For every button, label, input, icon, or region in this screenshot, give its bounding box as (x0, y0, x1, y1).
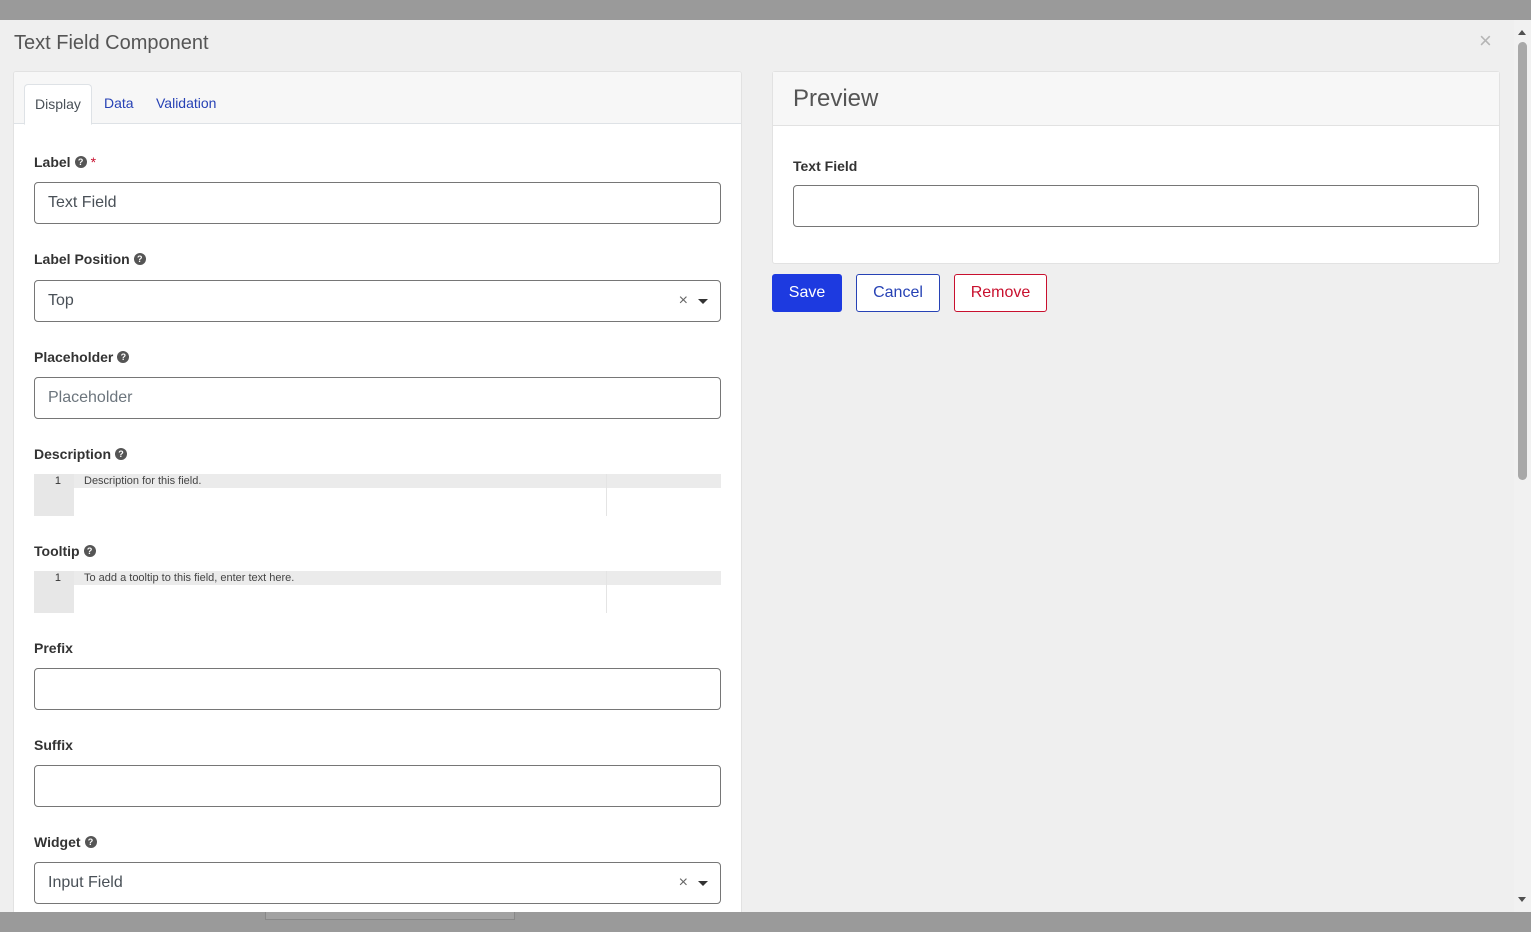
tooltip-title: Tooltip (34, 543, 80, 559)
save-button[interactable]: Save (772, 274, 842, 312)
help-icon[interactable]: ? (84, 836, 97, 848)
label-input-value: Text Field (48, 194, 117, 211)
label-input[interactable]: Text Field (34, 182, 721, 224)
description-editor[interactable]: 1 Description for this field. (34, 474, 721, 516)
preview-card: Preview Text Field (772, 71, 1500, 264)
label-position-select[interactable]: Top × (34, 280, 721, 322)
prefix-field-label: Prefix (34, 640, 73, 656)
preview-field-label: Text Field (793, 158, 858, 174)
help-icon[interactable]: ? (83, 545, 96, 557)
tab-validation[interactable]: Validation (146, 84, 226, 124)
scroll-down-icon[interactable] (1518, 897, 1526, 902)
label-position-field-label: Label Position ? (34, 251, 146, 267)
clear-icon[interactable]: × (679, 874, 688, 892)
label-position-value: Top (48, 292, 74, 309)
line-number: 1 (54, 572, 61, 584)
label-field-title: Label (34, 154, 71, 170)
editor-print-margin (606, 474, 607, 516)
widget-field-label: Widget ? (34, 834, 97, 850)
placeholder-title: Placeholder (34, 349, 114, 365)
label-position-title: Label Position (34, 251, 130, 267)
suffix-field-label: Suffix (34, 737, 73, 753)
line-number: 1 (54, 475, 61, 487)
cancel-button[interactable]: Cancel (856, 274, 940, 312)
widget-value: Input Field (48, 874, 123, 891)
background-page-element (265, 912, 515, 920)
chevron-down-icon[interactable] (698, 880, 708, 886)
prefix-title: Prefix (34, 640, 73, 656)
close-icon[interactable]: × (1479, 30, 1492, 52)
modal-title: Text Field Component (14, 32, 209, 54)
tooltip-field-label: Tooltip ? (34, 543, 96, 559)
tab-bar: Display Data Validation (14, 72, 741, 125)
prefix-input[interactable] (34, 668, 721, 710)
placeholder-input-placeholder: Placeholder (48, 389, 133, 406)
select-controls: × (679, 863, 708, 903)
scrollbar-thumb[interactable] (1518, 42, 1527, 480)
tab-data[interactable]: Data (94, 84, 144, 124)
help-icon[interactable]: ? (133, 253, 146, 265)
placeholder-input[interactable]: Placeholder (34, 377, 721, 419)
suffix-input[interactable] (34, 765, 721, 807)
chevron-down-icon[interactable] (698, 298, 708, 304)
preview-title: Preview (773, 72, 1499, 126)
clear-icon[interactable]: × (679, 292, 688, 310)
select-controls: × (679, 281, 708, 321)
label-field-label: Label ? * (34, 154, 96, 170)
widget-select[interactable]: Input Field × (34, 862, 721, 904)
tooltip-editor-line[interactable]: To add a tooltip to this field, enter te… (74, 571, 721, 585)
tab-display[interactable]: Display (24, 84, 92, 125)
help-icon[interactable]: ? (74, 156, 87, 168)
suffix-title: Suffix (34, 737, 73, 753)
widget-title: Widget (34, 834, 81, 850)
required-marker: * (90, 154, 97, 170)
tooltip-editor[interactable]: 1 To add a tooltip to this field, enter … (34, 571, 721, 613)
preview-text-input[interactable] (793, 185, 1479, 227)
help-icon[interactable]: ? (115, 448, 128, 460)
editor-print-margin (606, 571, 607, 613)
edit-form-card: Display Data Validation Label ? * Text F… (13, 71, 742, 912)
vertical-scrollbar[interactable] (1514, 20, 1531, 912)
help-icon[interactable]: ? (117, 351, 130, 363)
description-title: Description (34, 446, 112, 462)
scroll-up-icon[interactable] (1518, 30, 1526, 35)
placeholder-field-label: Placeholder ? (34, 349, 130, 365)
description-field-label: Description ? (34, 446, 128, 462)
description-editor-line[interactable]: Description for this field. (74, 474, 721, 488)
remove-button[interactable]: Remove (954, 274, 1047, 312)
component-settings-modal: Text Field Component × Display Data Vali… (0, 20, 1514, 912)
